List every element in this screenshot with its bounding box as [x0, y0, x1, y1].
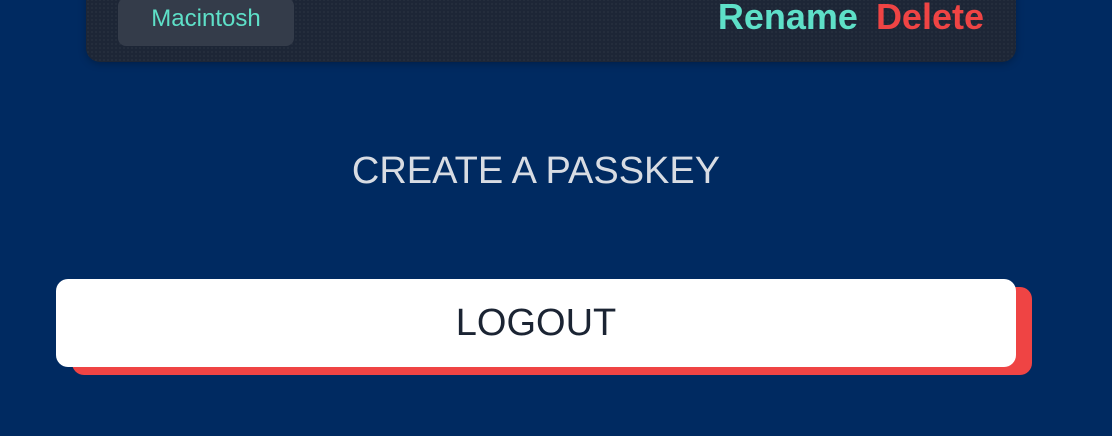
logout-button[interactable]: LOGOUT: [56, 279, 1016, 367]
device-name-badge: Macintosh: [118, 0, 294, 46]
rename-button[interactable]: Rename: [718, 0, 858, 37]
logout-button-wrapper: LOGOUT: [56, 279, 1032, 375]
create-passkey-link[interactable]: CREATE A PASSKEY: [0, 148, 1072, 194]
passkey-card: Macintosh Rename Delete: [86, 0, 1016, 62]
passkey-actions: Rename Delete: [718, 0, 984, 37]
delete-button[interactable]: Delete: [876, 0, 984, 37]
